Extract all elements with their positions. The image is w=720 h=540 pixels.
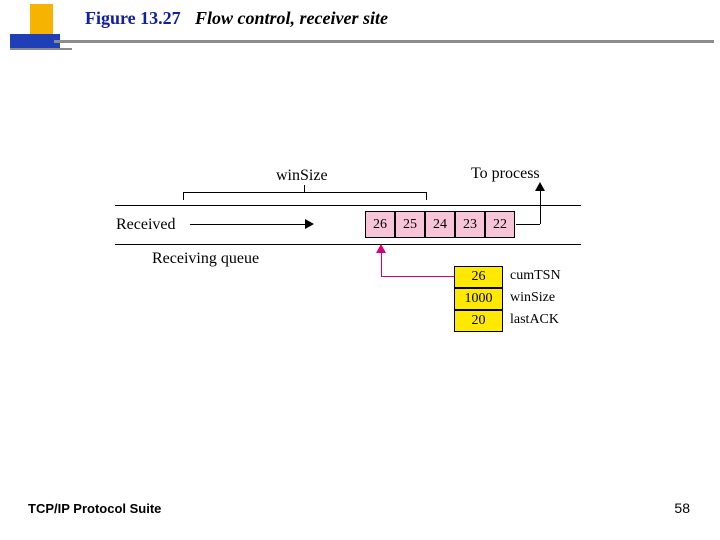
queue-cell: 25 — [395, 211, 425, 238]
footer-title: TCP/IP Protocol Suite — [28, 501, 161, 516]
winsize-label: winSize — [276, 167, 328, 185]
winsize-bracket-top — [183, 192, 426, 193]
queue-bottom-rail — [115, 244, 581, 245]
to-process-label: To process — [471, 165, 540, 183]
received-arrow-head — [305, 219, 314, 229]
state-cell: 1000 — [454, 288, 503, 310]
queue-cell: 23 — [455, 211, 485, 238]
winsize-bracket-left — [183, 192, 184, 200]
received-arrow-line — [190, 224, 305, 225]
to-process-arrow-head — [535, 182, 545, 191]
state-label: winSize — [510, 290, 555, 306]
state-label: cumTSN — [510, 268, 561, 284]
header-rule-long — [54, 40, 714, 43]
queue-cell: 22 — [485, 211, 515, 238]
to-process-arrow-h — [516, 224, 540, 225]
slide: Figure 13.27 Flow control, receiver site… — [0, 0, 720, 540]
logo-block-blue — [10, 34, 60, 48]
winsize-bracket-right — [426, 192, 427, 200]
state-label: lastACK — [510, 312, 559, 328]
winsize-bracket-stem — [304, 185, 305, 192]
state-cell: 26 — [454, 266, 503, 288]
cumtsn-pointer-h — [381, 276, 454, 277]
queue-top-rail — [115, 205, 581, 206]
queue-cell: 26 — [365, 211, 395, 238]
figure-caption: Flow control, receiver site — [195, 8, 388, 29]
cumtsn-pointer-v — [381, 252, 382, 276]
received-label: Received — [116, 216, 176, 234]
figure-number: Figure 13.27 — [85, 8, 181, 29]
to-process-arrow-v — [540, 190, 541, 224]
page-number: 58 — [674, 500, 690, 516]
queue-cell: 24 — [425, 211, 455, 238]
cumtsn-pointer-head — [376, 244, 386, 253]
state-cell: 20 — [454, 310, 503, 332]
receiving-queue-label: Receiving queue — [152, 250, 259, 268]
header-rule-short — [10, 48, 72, 50]
